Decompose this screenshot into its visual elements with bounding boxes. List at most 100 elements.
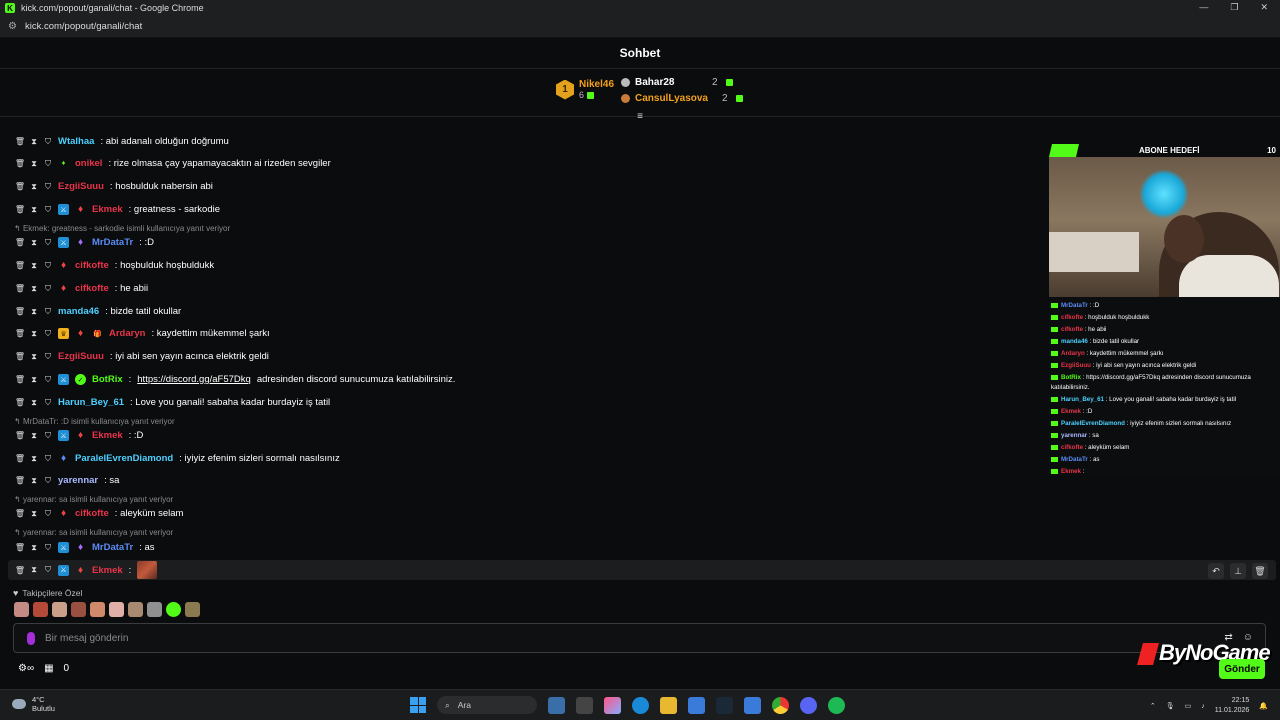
delete-icon[interactable]: 🗑	[15, 307, 25, 316]
username[interactable]: EzgiiSuuu	[58, 181, 104, 192]
copilot-icon[interactable]	[604, 696, 621, 714]
notification-bell-icon[interactable]: 🔔	[1259, 702, 1268, 710]
username[interactable]: EzgiiSuuu	[58, 351, 104, 362]
edge-icon[interactable]	[632, 696, 649, 714]
reply-icon[interactable]: ↶	[1208, 563, 1224, 579]
ban-icon[interactable]: ⛉	[44, 398, 52, 407]
username[interactable]: manda46	[58, 306, 99, 317]
username[interactable]: cifkofte	[75, 508, 109, 519]
username[interactable]: cifkofte	[75, 283, 109, 294]
chat-message[interactable]: 🗑 ⧗ ⛉ manda46: bizde tatil okullar	[15, 306, 181, 317]
delete-icon[interactable]: 🗑	[15, 159, 25, 168]
username[interactable]: Harun_Bey_61	[58, 397, 124, 408]
timeout-icon[interactable]: ⧗	[30, 352, 38, 361]
spotify-icon[interactable]	[828, 696, 845, 714]
store-icon[interactable]	[688, 696, 705, 714]
settings-icon[interactable]: ⚙∞	[18, 663, 34, 674]
delete-icon[interactable]: 🗑	[15, 476, 25, 485]
chat-message[interactable]: 🗑 ⧗ ⛉ EzgiiSuuu: hosbulduk nabersin abi	[15, 181, 213, 192]
timeout-icon[interactable]: ⧗	[30, 182, 38, 191]
timeout-icon[interactable]: ⧗	[30, 307, 38, 316]
timeout-icon[interactable]: ⧗	[30, 329, 38, 338]
chat-message[interactable]: 🗑 ⧗ ⛉ ♦ ParalelEvrenDiamond: iyiyiz efen…	[15, 453, 340, 464]
ban-icon[interactable]: ⛉	[44, 454, 52, 463]
emote-icon[interactable]	[166, 602, 181, 617]
timeout-icon[interactable]: ⧗	[30, 261, 38, 270]
chat-message[interactable]: 🗑 ⧗ ⛉ EzgiiSuuu: iyi abi sen yayın acınc…	[15, 351, 269, 362]
leaderboard-first[interactable]: 1 Nikel46 6	[556, 79, 614, 100]
chat-input[interactable]: Bir mesaj gönderin ⇄ ☺	[13, 623, 1266, 653]
timeout-icon[interactable]: ⧗	[30, 159, 38, 168]
ban-icon[interactable]: ⛉	[44, 352, 52, 361]
windows-start-icon[interactable]	[410, 697, 426, 713]
timeout-icon[interactable]: ⧗	[30, 284, 38, 293]
trash-icon[interactable]: 🗑	[1252, 563, 1268, 579]
mail-icon[interactable]	[744, 696, 761, 714]
ban-icon[interactable]: ⛉	[44, 307, 52, 316]
username[interactable]: Wtalhaa	[58, 136, 94, 147]
timeout-icon[interactable]: ⧗	[30, 565, 38, 575]
chevron-up-icon[interactable]: ⌃	[1150, 702, 1156, 710]
file-explorer-icon[interactable]	[660, 696, 677, 714]
weather-widget[interactable]: 4°C Bulutlu	[12, 695, 55, 713]
ban-icon[interactable]: ⛉	[44, 238, 52, 247]
emote-icon[interactable]	[71, 602, 86, 617]
system-clock[interactable]: 22:15 11.01.2026	[1215, 696, 1250, 716]
mic-tray-icon[interactable]: 🎙	[1166, 702, 1175, 710]
chat-message[interactable]: 🗑 ⧗ ⛉ ⚔ ♦ MrDataTr: :D	[15, 237, 154, 248]
chat-message[interactable]: 🗑 ⧗ ⛉ ♦ onikel: rize olmasa çay yapamaya…	[15, 158, 331, 169]
delete-icon[interactable]: 🗑	[15, 284, 25, 293]
ban-icon[interactable]: ⛉	[44, 509, 52, 518]
timeout-icon[interactable]: ⧗	[30, 543, 38, 552]
chat-message[interactable]: 🗑 ⧗ ⛉ ⚔ ♦ Ekmek: greatness - sarkodie	[15, 204, 220, 215]
delete-icon[interactable]: 🗑	[15, 375, 25, 384]
username[interactable]: Ardaryn	[109, 328, 145, 339]
delete-icon[interactable]: 🗑	[15, 137, 25, 146]
ban-icon[interactable]: ⛉	[44, 137, 52, 146]
timeout-icon[interactable]: ⧗	[30, 431, 38, 440]
restore-icon[interactable]: ❐	[1230, 2, 1238, 13]
delete-icon[interactable]: 🗑	[15, 566, 25, 575]
username[interactable]: ParalelEvrenDiamond	[75, 453, 173, 464]
emote-icon[interactable]	[14, 602, 29, 617]
gift-icon[interactable]: ▦	[44, 663, 53, 674]
emote-icon[interactable]	[90, 602, 105, 617]
steam-icon[interactable]	[716, 696, 733, 714]
emote-icon[interactable]	[185, 602, 200, 617]
emote-icon[interactable]	[147, 602, 162, 617]
send-button[interactable]: Gönder	[1219, 659, 1265, 679]
volume-icon[interactable]: ♪	[1201, 703, 1205, 710]
username[interactable]: MrDataTr	[92, 237, 133, 248]
chat-message[interactable]: 🗑 ⧗ ⛉ ♦ cifkofte: he abii	[15, 283, 148, 294]
ban-icon[interactable]: ⛉	[44, 284, 52, 293]
message-link[interactable]: https://discord.gg/aF57Dkq	[137, 374, 251, 385]
chat-message[interactable]: 🗑 ⧗ ⛉ ⚔ ✓ BotRix: https://discord.gg/aF5…	[15, 374, 455, 385]
ban-icon[interactable]: ⛉	[44, 329, 52, 338]
chrome-icon[interactable]	[772, 696, 789, 714]
timeout-icon[interactable]: ⧗	[30, 398, 38, 407]
ban-icon[interactable]: ⛉	[44, 476, 52, 485]
username[interactable]: onikel	[75, 158, 102, 169]
emote-icon[interactable]	[33, 602, 48, 617]
task-view-icon[interactable]	[576, 696, 593, 714]
chat-message[interactable]: 🗑 ⧗ ⛉ ⚔ ♦ MrDataTr: as	[15, 542, 155, 553]
ban-icon[interactable]: ⛉	[44, 543, 52, 552]
delete-icon[interactable]: 🗑	[15, 238, 25, 247]
ban-icon[interactable]: ⛉	[44, 205, 52, 214]
close-icon[interactable]: ✕	[1260, 2, 1268, 13]
chat-message[interactable]: 🗑 ⧗ ⛉ ♦ cifkofte: hoşbulduk hoşbuldukk	[15, 260, 214, 271]
timeout-icon[interactable]: ⧗	[30, 137, 38, 146]
timeout-icon[interactable]: ⧗	[30, 476, 38, 485]
minimize-icon[interactable]: —	[1199, 2, 1208, 13]
site-info-icon[interactable]: ⚙	[8, 21, 17, 32]
timeout-icon[interactable]: ⧗	[30, 205, 38, 214]
delete-icon[interactable]: 🗑	[15, 454, 25, 463]
ban-icon[interactable]: ⛉	[44, 431, 52, 440]
taskbar-search[interactable]: ⌕ Ara	[437, 696, 537, 714]
chat-message[interactable]: 🗑 ⧗ ⛉ Wtalhaa: abi adanalı olduğun doğru…	[15, 136, 229, 147]
timeout-icon[interactable]: ⧗	[30, 509, 38, 518]
url-text[interactable]: kick.com/popout/ganali/chat	[25, 21, 142, 32]
delete-icon[interactable]: 🗑	[15, 352, 25, 361]
username[interactable]: yarennar	[58, 475, 98, 486]
username[interactable]: BotRix	[92, 374, 123, 385]
